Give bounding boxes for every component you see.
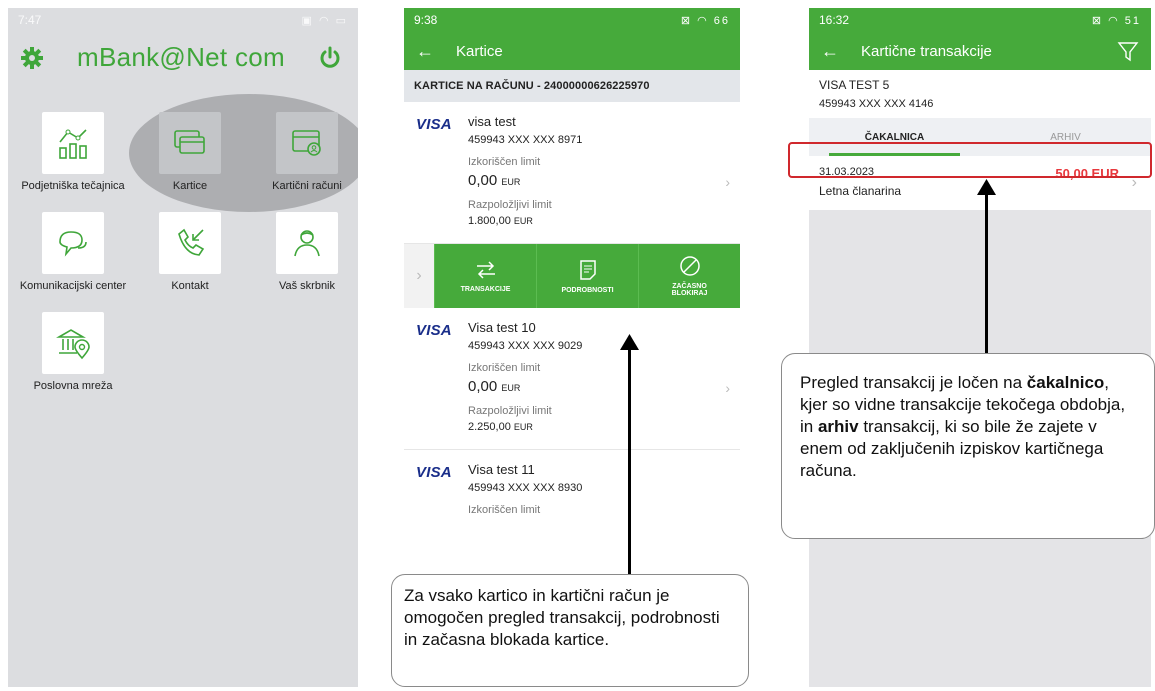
status-time: 16:32: [819, 13, 850, 27]
menu-item-tecajnica[interactable]: Podjetniška tečajnica: [18, 112, 128, 192]
card-info: VISA TEST 5 459943 XXX XXX 4146: [809, 70, 1151, 118]
menu-label: Vaš skrbnik: [278, 280, 336, 292]
transfer-arrows-icon: [476, 260, 495, 279]
used-limit-label: Izkoriščen limit: [468, 362, 541, 374]
menu-item-karticni-racuni[interactable]: Kartični računi: [252, 112, 358, 192]
tile: [159, 112, 221, 174]
available-limit-label: Razpoložljivi limit: [468, 405, 552, 417]
bank-location-icon: [56, 329, 90, 360]
chat-icon: [59, 231, 87, 257]
card-name: VISA TEST 5: [819, 78, 890, 92]
transactions-button[interactable]: TRANSAKCIJE: [434, 244, 536, 308]
tile: [276, 112, 338, 174]
chevron-right-icon: ›: [404, 244, 434, 308]
status-bar: 16:32 ⊠ ◠ 51: [809, 8, 1151, 32]
callout-card-actions: Za vsako kartico in kartični račun je om…: [391, 574, 749, 687]
status-bar: 9:38 ⊠ ◠ 66: [404, 8, 740, 32]
tile: [42, 112, 104, 174]
arrow-head-icon: [977, 179, 996, 195]
menu-item-poslovna-mreza[interactable]: Poslovna mreža: [18, 312, 128, 392]
status-icons: ▣ ◠ ▭: [301, 14, 348, 27]
status-time: 9:38: [414, 13, 438, 27]
card-name: visa test: [468, 114, 516, 129]
available-limit-label: Razpoložljivi limit: [468, 199, 552, 211]
menu-item-komunikacijski-center[interactable]: Komunikacijski center: [18, 212, 128, 292]
tile: [159, 212, 221, 274]
document-icon: [579, 259, 596, 280]
card-item[interactable]: VISA Visa test 11 459943 XXX XXX 8930 Iz…: [404, 450, 740, 532]
temporary-block-button[interactable]: ZAČASNO BLOKIRAJ: [638, 244, 740, 308]
available-limit-value: 2.250,00 EUR: [468, 421, 533, 433]
card-transactions-screen: 16:32 ⊠ ◠ 51 ← Kartične transakcije VISA…: [809, 8, 1151, 687]
back-arrow-icon[interactable]: ←: [821, 41, 839, 62]
card-item[interactable]: VISA visa test 459943 XXX XXX 8971 Izkor…: [404, 102, 740, 244]
menu-label: Podjetniška tečajnica: [21, 180, 125, 192]
settings-icon[interactable]: [20, 46, 44, 70]
card-item[interactable]: VISA Visa test 10 459943 XXX XXX 9029 Iz…: [404, 308, 740, 450]
card-number: 459943 XXX XXX 4146: [819, 98, 934, 110]
back-arrow-icon[interactable]: ←: [416, 41, 434, 62]
menu-label: Komunikacijski center: [19, 280, 127, 292]
callout-transaction-split: Pregled transakcij je ločen na čakalnico…: [781, 353, 1155, 539]
menu-item-kontakt[interactable]: Kontakt: [135, 212, 245, 292]
battery-level: 66: [713, 14, 730, 27]
screen-title: Kartice: [456, 42, 503, 60]
filter-icon[interactable]: [1117, 40, 1139, 62]
arrow-line: [985, 192, 988, 353]
card-account-icon: [292, 130, 321, 156]
status-time: 7:47: [18, 13, 42, 27]
details-button[interactable]: PODROBNOSTI: [536, 244, 638, 308]
power-icon[interactable]: [318, 46, 342, 70]
available-limit-value: 1.800,00 EUR: [468, 215, 533, 227]
person-icon: [294, 230, 320, 257]
card-number: 459943 XXX XXX 8971: [468, 134, 583, 146]
status-bar: 7:47 ▣ ◠ ▭: [8, 8, 358, 32]
callout-text: Za vsako kartico in kartični račun je om…: [404, 586, 720, 649]
chevron-right-icon: ›: [725, 174, 730, 190]
visa-logo-icon: VISA: [416, 322, 452, 339]
used-limit-value: 0,00 EUR: [468, 172, 521, 189]
status-icons: ⊠ ◠ 51: [1091, 14, 1141, 27]
visa-logo-icon: VISA: [416, 116, 452, 133]
block-icon: [679, 256, 700, 276]
used-limit-label: Izkoriščen limit: [468, 156, 541, 168]
tile: [276, 212, 338, 274]
screen-title: Kartične transakcije: [861, 42, 992, 60]
menu-item-skrbnik[interactable]: Vaš skrbnik: [252, 212, 358, 292]
chevron-right-icon: ›: [725, 380, 730, 396]
card-name: Visa test 11: [468, 462, 535, 477]
menu-label: Kartični računi: [272, 180, 342, 192]
cards-icon: [174, 130, 205, 154]
card-action-bar: › TRANSAKCIJE PODROBNOSTI ZAČASNO BLOKIR…: [404, 244, 740, 308]
chart-icon: [59, 129, 87, 159]
app-title: mBank@Net com: [76, 42, 285, 72]
used-limit-label: Izkoriščen limit: [468, 504, 541, 516]
card-name: Visa test 10: [468, 320, 536, 335]
tabs-highlight-box: [788, 142, 1152, 178]
app-header: mBank@Net com: [8, 32, 358, 73]
tile: [42, 212, 104, 274]
account-section-header: KARTICE NA RAČUNU - 24000000626225970: [404, 70, 740, 102]
arrow-line: [628, 346, 631, 574]
app-bar: ← Kartice: [404, 32, 740, 70]
phone-icon: [178, 228, 205, 256]
status-icons: ⊠ ◠ 66: [680, 14, 730, 27]
home-screen: 7:47 ▣ ◠ ▭ mBank@Net com Podjetniška teč: [8, 8, 358, 687]
arrow-head-icon: [620, 334, 639, 350]
card-number: 459943 XXX XXX 8930: [468, 482, 583, 494]
menu-label: Kartice: [172, 180, 208, 192]
used-limit-value: 0,00 EUR: [468, 378, 521, 395]
menu-label: Kontakt: [171, 280, 209, 292]
visa-logo-icon: VISA: [416, 464, 452, 481]
menu-item-kartice[interactable]: Kartice: [135, 112, 245, 192]
app-bar: ← Kartične transakcije: [809, 32, 1151, 70]
battery-level: 51: [1124, 14, 1141, 27]
card-number: 459943 XXX XXX 9029: [468, 340, 583, 352]
tile: [42, 312, 104, 374]
menu-label: Poslovna mreža: [33, 380, 113, 392]
